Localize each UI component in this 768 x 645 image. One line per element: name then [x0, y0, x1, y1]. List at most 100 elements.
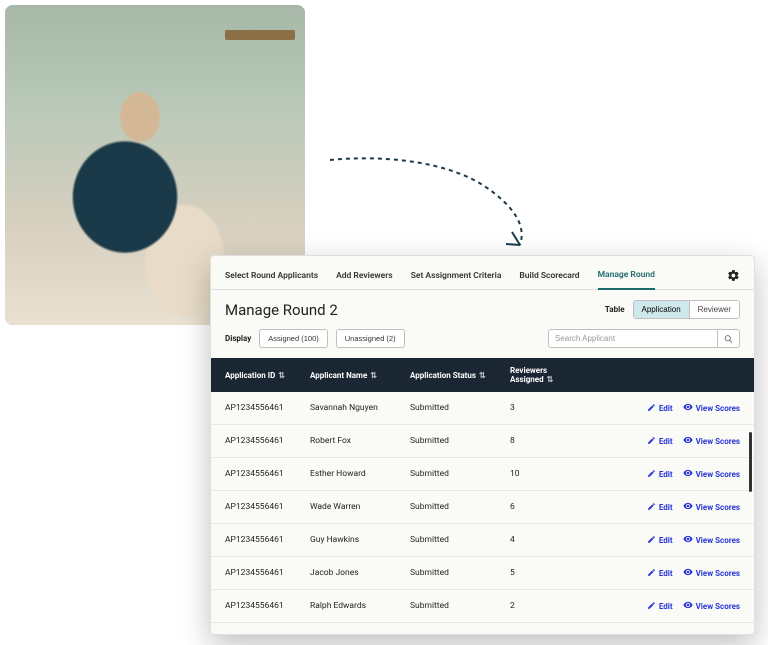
col-application-status-label: Application Status [410, 371, 476, 380]
eye-icon [683, 501, 693, 513]
pencil-icon [647, 436, 656, 447]
search-icon [724, 334, 733, 344]
eye-icon [683, 567, 693, 579]
view-scores-button[interactable]: View Scores [683, 501, 740, 513]
workflow-tabs: Select Round Applicants Add Reviewers Se… [211, 256, 754, 290]
cell-application-id: AP1234556461 [225, 403, 310, 413]
cell-application-id: AP1234556461 [225, 601, 310, 611]
view-segmented: Application Reviewer [633, 300, 740, 319]
col-reviewers-assigned[interactable]: Reviewers Assigned⇅ [510, 366, 580, 384]
seg-application[interactable]: Application [634, 301, 690, 318]
table-row: AP1234556461Guy HawkinsSubmitted4 Edit Vie… [211, 524, 754, 557]
sort-icon: ⇅ [370, 371, 377, 380]
tab-build-scorecard[interactable]: Build Scorecard [519, 265, 579, 289]
sort-icon: ⇅ [278, 371, 285, 380]
chip-assigned[interactable]: Assigned (100) [259, 329, 327, 348]
cell-status: Submitted [410, 535, 510, 545]
cell-reviewers: 6 [510, 502, 580, 512]
col-applicant-name-label: Applicant Name [310, 371, 367, 380]
cell-reviewers: 4 [510, 535, 580, 545]
tab-select-round[interactable]: Select Round Applicants [225, 265, 318, 289]
gear-icon[interactable] [727, 269, 740, 285]
cell-application-id: AP1234556461 [225, 469, 310, 479]
view-scores-button[interactable]: View Scores [683, 567, 740, 579]
seg-reviewer[interactable]: Reviewer [690, 301, 739, 318]
pencil-icon [647, 535, 656, 546]
view-scores-button[interactable]: View Scores [683, 468, 740, 480]
col-application-id[interactable]: Application ID⇅ [225, 371, 310, 380]
search-input[interactable] [548, 329, 718, 348]
scrollbar[interactable] [749, 432, 752, 492]
cell-reviewers: 8 [510, 436, 580, 446]
pencil-icon [647, 601, 656, 612]
edit-button[interactable]: Edit [647, 469, 673, 480]
pencil-icon [647, 502, 656, 513]
col-reviewers-assigned-label: Reviewers Assigned [510, 366, 547, 384]
title-row: Manage Round 2 Table Application Reviewe… [211, 290, 754, 323]
cell-status: Submitted [410, 502, 510, 512]
view-toggle-label: Table [605, 305, 625, 314]
view-scores-button[interactable]: View Scores [683, 402, 740, 414]
search [548, 329, 740, 348]
app-window: Select Round Applicants Add Reviewers Se… [210, 255, 755, 635]
view-scores-button[interactable]: View Scores [683, 600, 740, 612]
cell-status: Submitted [410, 469, 510, 479]
col-applicant-name[interactable]: Applicant Name⇅ [310, 371, 410, 380]
cell-applicant-name: Guy Hawkins [310, 535, 410, 545]
cell-application-id: AP1234556461 [225, 436, 310, 446]
view-scores-button[interactable]: View Scores [683, 435, 740, 447]
shelf-decor [225, 30, 295, 40]
cell-status: Submitted [410, 436, 510, 446]
cell-applicant-name: Robert Fox [310, 436, 410, 446]
cell-reviewers: 3 [510, 403, 580, 413]
sort-icon: ⇅ [479, 371, 486, 380]
edit-button[interactable]: Edit [647, 568, 673, 579]
eye-icon [683, 402, 693, 414]
table-row: AP1234556461Jacob JonesSubmitted5EditVie… [211, 557, 754, 590]
table-row: AP1234556461Robert FoxSubmitted8 Edit View… [211, 425, 754, 458]
tab-set-criteria[interactable]: Set Assignment Criteria [411, 265, 502, 289]
cell-status: Submitted [410, 601, 510, 611]
table-row: AP1234556461Wade WarrenSubmitted6 Edit Vie… [211, 491, 754, 524]
pencil-icon [647, 469, 656, 480]
edit-button[interactable]: Edit [647, 436, 673, 447]
col-application-id-label: Application ID [225, 371, 275, 380]
table-body: AP1234556461Savannah NguyenSubmitted3Edi… [211, 392, 754, 634]
cell-applicant-name: Esther Howard [310, 469, 410, 479]
search-button[interactable] [718, 329, 740, 348]
cell-reviewers: 2 [510, 601, 580, 611]
eye-icon [683, 600, 693, 612]
eye-icon [683, 468, 693, 480]
cell-applicant-name: Ralph Edwards [310, 601, 410, 611]
page-title: Manage Round 2 [225, 301, 338, 319]
table-row: AP1234556461Darlene RobertsonSubmitted1E… [211, 623, 754, 634]
arrow-decor [320, 150, 540, 260]
tab-manage-round[interactable]: Manage Round [598, 264, 655, 290]
col-application-status[interactable]: Application Status⇅ [410, 371, 510, 380]
cell-status: Submitted [410, 403, 510, 413]
cell-applicant-name: Savannah Nguyen [310, 403, 410, 413]
view-scores-button[interactable]: View Scores [683, 633, 740, 634]
cell-applicant-name: Jacob Jones [310, 568, 410, 578]
view-scores-button[interactable]: View Scores [683, 534, 740, 546]
pencil-icon [647, 568, 656, 579]
cell-reviewers: 10 [510, 469, 580, 479]
cell-application-id: AP1234556461 [225, 568, 310, 578]
edit-button[interactable]: Edit [647, 634, 673, 635]
eye-icon [683, 534, 693, 546]
chip-unassigned[interactable]: Unassigned (2) [336, 329, 405, 348]
edit-button[interactable]: Edit [647, 535, 673, 546]
cell-application-id: AP1234556461 [225, 502, 310, 512]
edit-button[interactable]: Edit [647, 502, 673, 513]
edit-button[interactable]: Edit [647, 601, 673, 612]
edit-button[interactable]: Edit [647, 403, 673, 414]
table-row: AP1234556461Savannah NguyenSubmitted3 Edi… [211, 392, 754, 425]
eye-icon [683, 633, 693, 634]
cell-reviewers: 5 [510, 568, 580, 578]
cell-application-id: AP1234556461 [225, 535, 310, 545]
pencil-icon [647, 403, 656, 414]
tab-add-reviewers[interactable]: Add Reviewers [336, 265, 393, 289]
cell-applicant-name: Wade Warren [310, 502, 410, 512]
eye-icon [683, 435, 693, 447]
table-row: AP1234556461Ralph EdwardsSubmitted2 Edit V… [211, 590, 754, 623]
